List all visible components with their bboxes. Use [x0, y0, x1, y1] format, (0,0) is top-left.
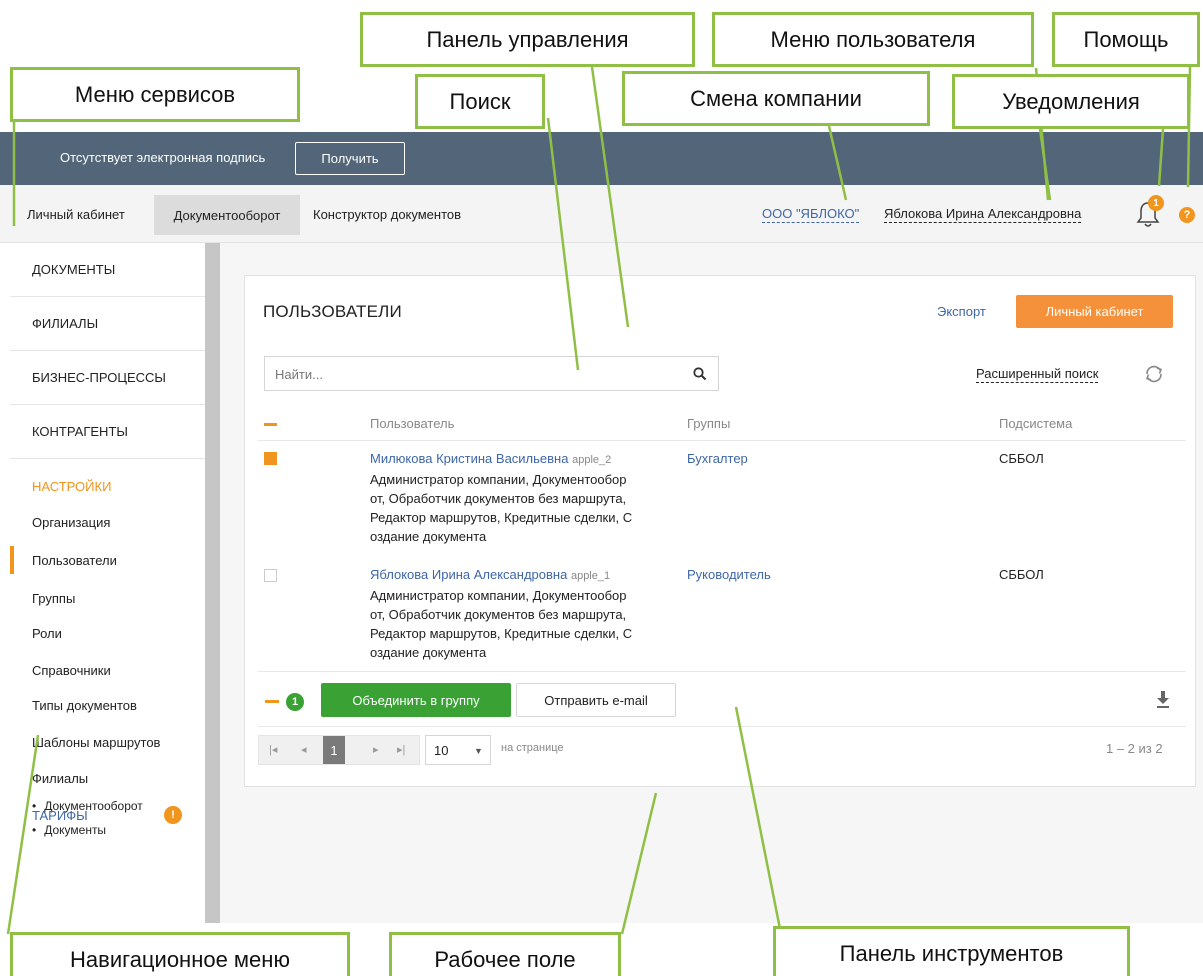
callout-company-switch: Смена компании — [622, 71, 930, 126]
signature-warning-text: Отсутствует электронная подпись — [60, 150, 266, 165]
subsystem-value: СББОЛ — [999, 567, 1044, 582]
sidebar-section-branches[interactable]: ФИЛИАЛЫ — [10, 297, 205, 351]
row-checkbox-1[interactable] — [264, 452, 277, 465]
table-header-divider — [258, 440, 1186, 441]
sidebar-section-documents[interactable]: ДОКУМЕНТЫ — [10, 243, 205, 297]
service-document-flow[interactable]: Документооборот — [154, 195, 300, 235]
user-roles-line: Редактор маршрутов, Кредитные сделки, С — [370, 626, 633, 641]
user-roles-line: Администратор компании, Документообор — [370, 472, 627, 487]
group-link[interactable]: Руководитель — [687, 567, 771, 582]
callout-notifications: Уведомления — [952, 74, 1190, 129]
sidebar-settings-heading: НАСТРОЙКИ — [32, 479, 112, 494]
sidebar-section-counterparties[interactable]: КОНТРАГЕНТЫ — [10, 405, 205, 459]
user-roles-line: оздание документа — [370, 529, 487, 544]
search-field[interactable] — [264, 356, 719, 391]
current-page-button[interactable]: 1 — [323, 736, 345, 764]
sidebar-item-groups[interactable]: Группы — [32, 591, 75, 606]
callout-help: Помощь — [1052, 12, 1200, 67]
user-login: apple_2 — [572, 454, 612, 466]
merge-into-group-button[interactable]: Объединить в группу — [321, 683, 511, 717]
service-menu-bar: Личный кабинет Документооборот Конструкт… — [0, 185, 1203, 243]
user-menu-link[interactable]: Яблокова Ирина Александровна — [884, 206, 1082, 223]
next-page-icon[interactable]: ▸ — [373, 743, 379, 756]
column-header-groups[interactable]: Группы — [687, 416, 730, 431]
row-checkbox-2[interactable] — [264, 569, 277, 582]
notifications-badge: 1 — [1148, 195, 1164, 211]
per-page-value: 10 — [434, 743, 449, 758]
per-page-label: на странице — [501, 742, 564, 754]
company-switch-link[interactable]: ООО "ЯБЛОКО" — [762, 206, 860, 223]
sidebar-scrollbar[interactable] — [205, 243, 220, 923]
callout-navigation-menu: Навигационное меню — [10, 932, 350, 976]
select-all-checkbox[interactable] — [264, 418, 277, 431]
sidebar-item-route-templates[interactable]: Шаблоны маршрутов — [32, 735, 160, 750]
refresh-icon[interactable] — [1143, 363, 1165, 385]
last-page-icon[interactable]: ▸| — [397, 743, 405, 756]
user-roles-line: Администратор компании, Документообор — [370, 588, 627, 603]
user-roles-line: оздание документа — [370, 645, 487, 660]
tariffs-alert-badge: ! — [164, 806, 182, 824]
first-page-icon[interactable]: |◂ — [269, 743, 277, 756]
sidebar-section-tariffs[interactable]: ТАРИФЫ — [32, 808, 88, 823]
sidebar-item-users[interactable]: Пользователи — [32, 553, 117, 568]
selected-count-badge: 1 — [286, 693, 304, 711]
group-link[interactable]: Бухгалтер — [687, 451, 748, 466]
sidebar-item-directories[interactable]: Справочники — [32, 663, 111, 678]
signature-warning-bar: Отсутствует электронная подпись Получить — [0, 132, 1203, 185]
user-login: apple_1 — [570, 570, 611, 582]
column-header-user[interactable]: Пользователь — [370, 416, 454, 431]
tariffs-label[interactable]: ТАРИФЫ — [32, 808, 88, 823]
callout-user-menu: Меню пользователя — [712, 12, 1034, 67]
help-icon[interactable]: ? — [1179, 207, 1195, 223]
pager-divider — [258, 726, 1186, 727]
service-personal-cabinet[interactable]: Личный кабинет — [27, 185, 125, 243]
prev-page-icon[interactable]: ◂ — [301, 743, 307, 756]
callout-control-panel: Панель управления — [360, 12, 695, 67]
sidebar-section-business-processes[interactable]: БИЗНЕС-ПРОЦЕССЫ — [10, 351, 205, 405]
advanced-search-link[interactable]: Расширенный поиск — [976, 366, 1099, 383]
table-row: Яблокова Ирина Александровна apple_1 Адм… — [370, 565, 680, 662]
table-row: Милюкова Кристина Васильевна apple_2 Адм… — [370, 449, 680, 546]
subsystem-value: СББОЛ — [999, 451, 1044, 466]
search-input[interactable] — [275, 365, 675, 383]
user-name-link[interactable]: Милюкова Кристина Васильевна — [370, 451, 568, 466]
personal-cabinet-button[interactable]: Личный кабинет — [1016, 295, 1173, 328]
chevron-down-icon: ▼ — [474, 746, 483, 756]
column-header-subsystem[interactable]: Подсистема — [999, 416, 1072, 431]
sidebar-active-marker — [10, 546, 14, 574]
user-roles-line: от, Обработчик документов без маршрута, — [370, 491, 627, 506]
sidebar-item-document-types[interactable]: Типы документов — [32, 698, 137, 713]
callout-services-menu: Меню сервисов — [10, 67, 300, 122]
callout-workspace: Рабочее поле — [389, 932, 621, 976]
search-icon[interactable] — [692, 366, 708, 382]
service-document-constructor[interactable]: Конструктор документов — [313, 185, 461, 243]
toolbar-select-checkbox[interactable] — [265, 695, 279, 709]
user-roles-line: Редактор маршрутов, Кредитные сделки, С — [370, 510, 633, 525]
download-icon[interactable] — [1156, 691, 1170, 709]
get-signature-button[interactable]: Получить — [295, 142, 405, 175]
user-roles-line: от, Обработчик документов без маршрута, — [370, 607, 627, 622]
toolbar-divider — [258, 671, 1186, 672]
export-link[interactable]: Экспорт — [937, 304, 986, 319]
send-email-button[interactable]: Отправить e-mail — [516, 683, 676, 717]
per-page-select[interactable]: 10 ▼ — [425, 735, 491, 765]
sidebar-subitem-documents[interactable]: Документы — [32, 823, 106, 837]
sidebar-item-organization[interactable]: Организация — [32, 515, 110, 530]
records-range: 1 – 2 из 2 — [1106, 741, 1163, 756]
callout-toolbar: Панель инструментов — [773, 926, 1130, 976]
user-name-link[interactable]: Яблокова Ирина Александровна — [370, 567, 567, 582]
callout-search: Поиск — [415, 74, 545, 129]
sidebar-item-branches[interactable]: Филиалы — [32, 771, 88, 786]
page-title: ПОЛЬЗОВАТЕЛИ — [263, 302, 402, 321]
sidebar-item-roles[interactable]: Роли — [32, 626, 62, 641]
